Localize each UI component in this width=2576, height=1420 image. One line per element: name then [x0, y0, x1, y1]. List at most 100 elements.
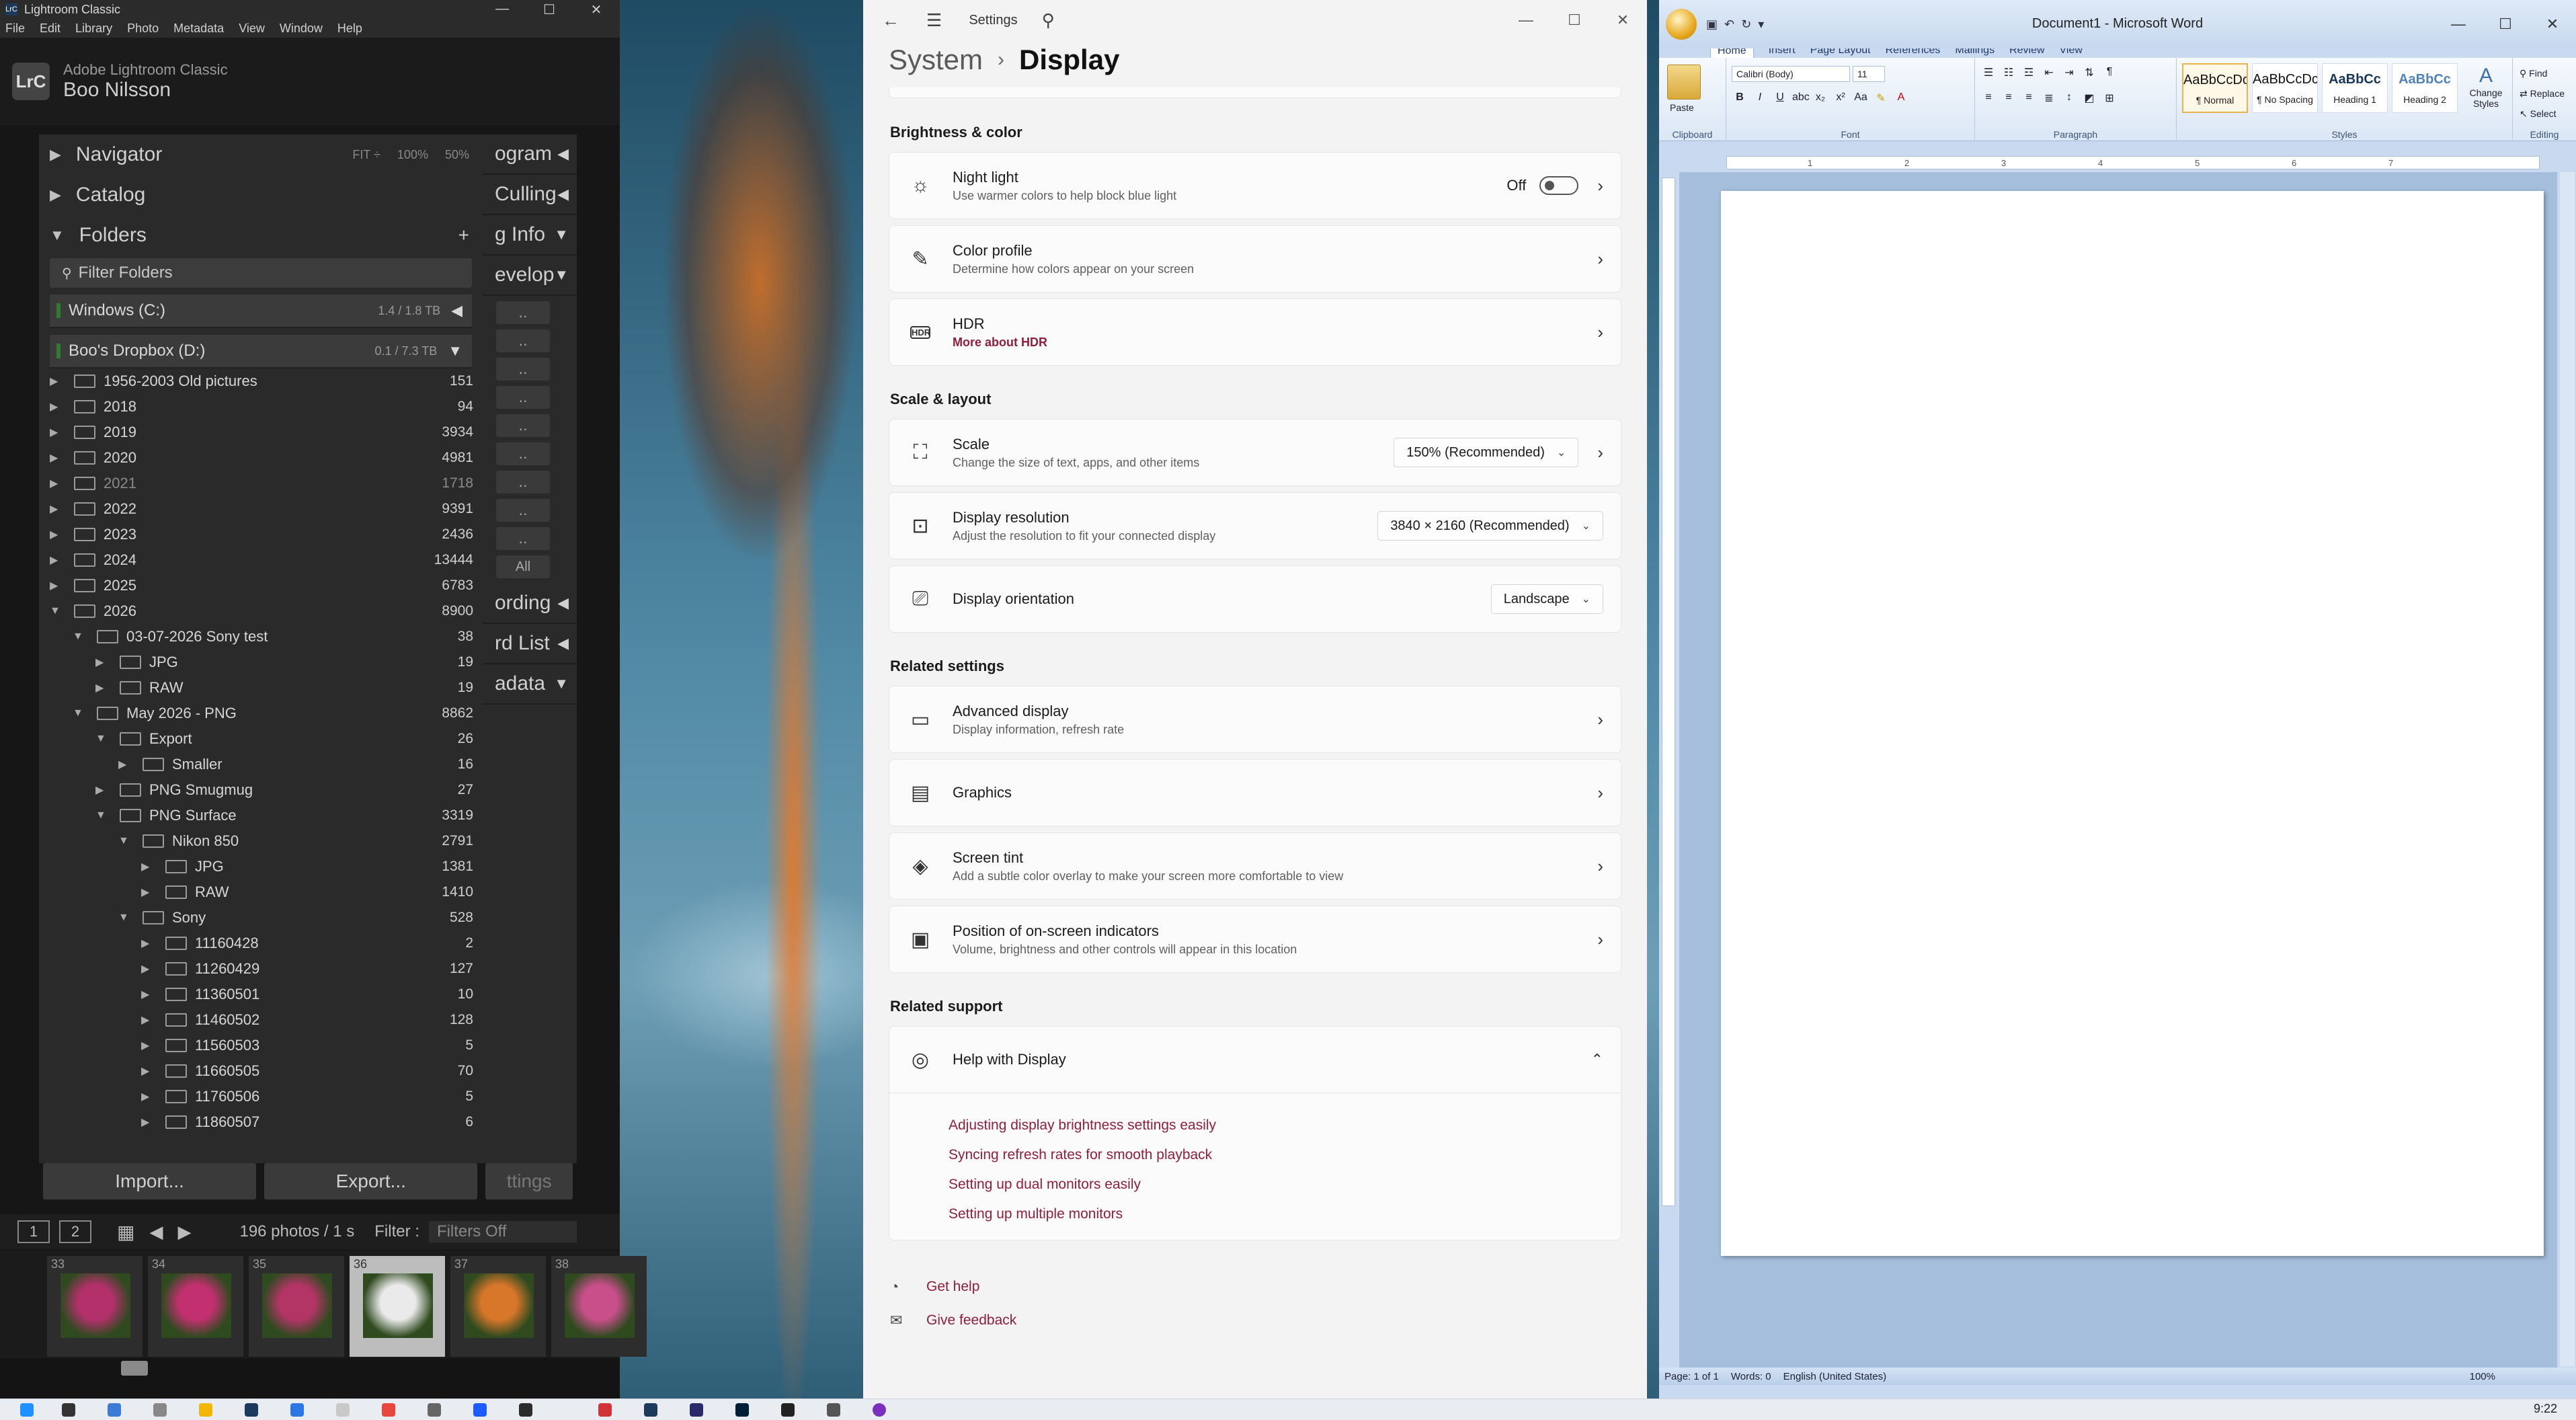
- screen-tint-card[interactable]: ◈ Screen tint Add a subtle color overlay …: [889, 832, 1621, 900]
- folder-row[interactable]: ▶ Smaller 16: [50, 752, 473, 777]
- undo-icon[interactable]: ↶: [1724, 17, 1734, 32]
- expand-icon[interactable]: ▶: [141, 1039, 156, 1052]
- window-2-button[interactable]: 2: [59, 1220, 91, 1243]
- photoshop-icon[interactable]: [735, 1403, 749, 1417]
- folders-header[interactable]: ▼ Folders +: [39, 215, 483, 255]
- highlight-button[interactable]: ✎: [1873, 91, 1889, 105]
- quick-develop-button[interactable]: ‥: [496, 499, 550, 522]
- expand-icon[interactable]: ▶: [141, 937, 156, 950]
- menu-help[interactable]: Help: [337, 22, 362, 36]
- numbering-button[interactable]: ☷: [2001, 66, 2017, 79]
- zoom-50[interactable]: 50%: [445, 148, 469, 161]
- collapse-icon[interactable]: ▼: [73, 707, 87, 719]
- vertical-scrollbar[interactable]: [2560, 172, 2575, 1366]
- close-icon[interactable]: ✕: [1599, 11, 1647, 29]
- expand-icon[interactable]: ▶: [95, 681, 110, 695]
- menu-edit[interactable]: Edit: [40, 22, 61, 36]
- vertical-ruler[interactable]: [1662, 178, 1675, 1206]
- expand-icon[interactable]: ▶: [50, 528, 65, 541]
- filmstrip-thumbnail[interactable]: 38: [551, 1256, 647, 1357]
- help-with-display-header[interactable]: ◎ Help with Display ⌃: [889, 1026, 1621, 1093]
- window-1-button[interactable]: 1: [17, 1220, 50, 1243]
- redo-icon[interactable]: ↻: [1741, 17, 1751, 32]
- quick-develop-button[interactable]: ‥: [496, 527, 550, 550]
- expand-icon[interactable]: ▶: [141, 1115, 156, 1129]
- borders-button[interactable]: ⊞: [2101, 91, 2118, 105]
- start-icon[interactable]: [20, 1403, 34, 1417]
- expand-icon[interactable]: ▶: [141, 962, 156, 976]
- change-case-button[interactable]: Aa: [1853, 91, 1869, 105]
- collapse-icon[interactable]: ▼: [95, 733, 110, 745]
- expand-icon[interactable]: ▶: [50, 374, 65, 388]
- language[interactable]: English (United States): [1783, 1371, 1886, 1382]
- strikethrough-button[interactable]: abc: [1792, 91, 1810, 105]
- align-left-button[interactable]: ≡: [1980, 91, 1997, 105]
- expand-icon[interactable]: ▶: [118, 758, 133, 771]
- import-button[interactable]: Import...: [43, 1163, 257, 1199]
- subscript-button[interactable]: x₂: [1812, 91, 1828, 105]
- quick-develop-button[interactable]: ‥: [496, 329, 550, 352]
- quick-develop-button[interactable]: ‥: [496, 386, 550, 409]
- help-link[interactable]: Syncing refresh rates for smooth playbac…: [949, 1140, 1621, 1170]
- collapse-icon[interactable]: ▼: [73, 631, 87, 643]
- italic-button[interactable]: I: [1752, 91, 1768, 105]
- increase-indent-button[interactable]: ⇥: [2061, 66, 2077, 79]
- scroll-thumb[interactable]: [121, 1361, 148, 1376]
- more-about-hdr-link[interactable]: More about HDR: [953, 336, 1047, 350]
- osi-card[interactable]: ▣ Position of on-screen indicators Volume…: [889, 906, 1621, 973]
- expand-icon[interactable]: ▶: [95, 656, 110, 669]
- folder-row[interactable]: ▶ 2023 2436: [50, 522, 473, 547]
- night-light-card[interactable]: ☼ Night light Use warmer colors to help b…: [889, 152, 1621, 219]
- maximize-icon[interactable]: ☐: [526, 1, 573, 18]
- folder-row[interactable]: ▶ 2018 94: [50, 394, 473, 420]
- resolution-dropdown[interactable]: 3840 × 2160 (Recommended) ⌄: [1377, 511, 1603, 541]
- paste-icon[interactable]: [1667, 65, 1701, 100]
- shading-button[interactable]: ◩: [2081, 91, 2097, 105]
- folder-row[interactable]: ▶ 2022 9391: [50, 496, 473, 522]
- minimize-icon[interactable]: —: [1502, 11, 1550, 29]
- expand-icon[interactable]: ▶: [50, 426, 65, 439]
- folder-row[interactable]: ▶ 11760506 5: [50, 1084, 473, 1109]
- close-icon[interactable]: ✕: [573, 1, 620, 18]
- folder-row[interactable]: ▶ 2021 1718: [50, 471, 473, 496]
- save-icon[interactable]: ▣: [1706, 17, 1718, 32]
- hamburger-menu-icon[interactable]: ☰: [926, 10, 942, 31]
- get-help-link[interactable]: ◔ Get help: [889, 1270, 1621, 1304]
- word-count[interactable]: Words: 0: [1731, 1371, 1771, 1382]
- export-button[interactable]: Export...: [264, 1163, 478, 1199]
- quick-develop-button[interactable]: ‥: [496, 442, 550, 465]
- multilevel-button[interactable]: ☲: [2021, 66, 2037, 79]
- align-center-button[interactable]: ≡: [2001, 91, 2017, 105]
- volume-collapse-icon[interactable]: ▼: [448, 342, 462, 360]
- minimize-icon[interactable]: —: [479, 1, 526, 18]
- bullets-button[interactable]: ☰: [1980, 66, 1997, 79]
- search-icon[interactable]: ⚲: [1042, 10, 1055, 31]
- expand-icon[interactable]: ▶: [141, 988, 156, 1001]
- help-link[interactable]: Setting up multiple monitors: [949, 1199, 1621, 1229]
- catalog-header[interactable]: ▶ Catalog: [39, 175, 483, 215]
- collapse-icon[interactable]: ▼: [118, 912, 133, 924]
- folder-row[interactable]: ▶ 2024 13444: [50, 547, 473, 573]
- lightroom-icon[interactable]: [245, 1403, 258, 1417]
- filmstrip-thumbnail[interactable]: 36: [350, 1256, 445, 1357]
- menu-window[interactable]: Window: [280, 22, 323, 36]
- bold-button[interactable]: B: [1732, 91, 1748, 105]
- collapse-icon[interactable]: ▼: [50, 605, 65, 617]
- folder-row[interactable]: ▶ 11360501 10: [50, 982, 473, 1007]
- menu-metadata[interactable]: Metadata: [173, 22, 224, 36]
- app-icon[interactable]: [781, 1403, 795, 1417]
- collapse-icon[interactable]: ▼: [95, 810, 110, 822]
- folder-row[interactable]: ▶ 11860507 6: [50, 1109, 473, 1135]
- app-icon[interactable]: [690, 1403, 703, 1417]
- app-icon[interactable]: [598, 1403, 612, 1417]
- folder-row[interactable]: ▶ 11560503 5: [50, 1033, 473, 1058]
- search-icon[interactable]: [62, 1403, 75, 1417]
- folder-row[interactable]: ▼ Sony 528: [50, 905, 473, 931]
- folder-row[interactable]: ▶ JPG 1381: [50, 854, 473, 879]
- folder-row[interactable]: ▶ 2025 6783: [50, 573, 473, 598]
- add-folder-button[interactable]: +: [458, 225, 469, 246]
- folder-row[interactable]: ▶ JPG 19: [50, 649, 473, 675]
- folder-row[interactable]: ▼ PNG Surface 3319: [50, 803, 473, 828]
- menu-file[interactable]: File: [5, 22, 25, 36]
- folder-icon[interactable]: [199, 1403, 212, 1417]
